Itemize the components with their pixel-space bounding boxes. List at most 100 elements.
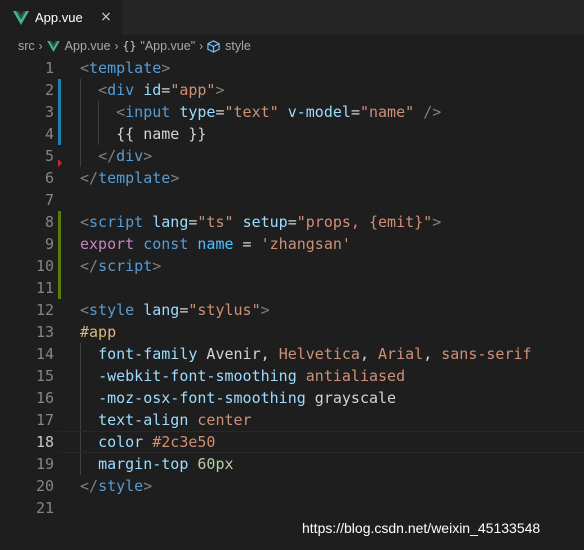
code-token: name: [197, 235, 234, 253]
code-line[interactable]: 20 </style>: [0, 475, 584, 497]
code-token: -webkit-font-smoothing: [98, 367, 297, 385]
code-token: "text": [224, 103, 279, 121]
code-token: id: [143, 81, 162, 99]
braces-icon: {}: [122, 39, 137, 53]
line-number: 6: [44, 169, 54, 187]
code-token: margin-top: [98, 455, 189, 473]
code-token: #app: [80, 323, 117, 341]
code-line[interactable]: 19 margin-top 60px: [0, 453, 584, 475]
code-token: </: [80, 477, 99, 495]
line-number: 12: [35, 301, 54, 319]
code-token: type: [179, 103, 216, 121]
code-line[interactable]: 15 -webkit-font-smoothing antialiased: [0, 365, 584, 387]
breadcrumb-item-style[interactable]: style: [207, 39, 251, 53]
code-line[interactable]: 8 <script lang="ts" setup="props, {emit}"…: [0, 211, 584, 233]
code-token: div: [107, 81, 135, 99]
code-token: grayscale: [305, 389, 397, 407]
code-token: 60px: [197, 455, 234, 473]
code-token: {{ name }}: [116, 125, 207, 143]
code-line[interactable]: 1 <template>: [0, 57, 584, 79]
line-number: 1: [44, 59, 54, 77]
code-token: </: [80, 169, 99, 187]
code-line[interactable]: 5 </div>: [0, 145, 584, 167]
vue-icon: [46, 40, 60, 52]
code-token: <: [80, 59, 90, 77]
code-token: lang: [143, 301, 180, 319]
code-token: ,: [423, 345, 442, 363]
code-line[interactable]: 13 #app: [0, 321, 584, 343]
code-token: <: [80, 213, 90, 231]
code-text: </template>: [80, 167, 179, 189]
breadcrumb: src › App.vue › {} "App.vue" › style: [0, 35, 584, 57]
code-text: margin-top 60px: [80, 453, 234, 475]
tab-app-vue[interactable]: App.vue ×: [0, 0, 122, 35]
code-token: "ts": [197, 213, 234, 231]
line-number: 2: [44, 81, 54, 99]
line-number: 15: [35, 367, 54, 385]
code-text: <style lang="stylus">: [80, 299, 270, 321]
code-line[interactable]: 3 <input type="text" v-model="name" />: [0, 101, 584, 123]
code-token: input: [125, 103, 171, 121]
code-line[interactable]: 4 {{ name }}: [0, 123, 584, 145]
code-line[interactable]: 14 font-family Avenir, Helvetica, Arial,…: [0, 343, 584, 365]
code-token: center: [197, 411, 252, 429]
code-editor[interactable]: 1 <template> 2 <div id="app"> 3 <input type…: [0, 57, 584, 550]
code-line[interactable]: 21: [0, 497, 584, 519]
chevron-right-icon: ›: [38, 39, 43, 53]
code-token: v-model: [287, 103, 351, 121]
code-token: antialiased: [305, 367, 406, 385]
code-line[interactable]: 9 export const name = 'zhangsan': [0, 233, 584, 255]
breadcrumb-item-object[interactable]: {} "App.vue": [123, 39, 196, 53]
code-token: export: [80, 235, 135, 253]
code-token: Avenir,: [197, 345, 279, 363]
line-number: 11: [35, 279, 54, 297]
code-token: lang: [152, 213, 189, 231]
code-line[interactable]: 16 -moz-osx-font-smoothing grayscale: [0, 387, 584, 409]
code-line[interactable]: 18 color #2c3e50: [0, 431, 584, 453]
code-text: #app: [80, 321, 116, 343]
code-line[interactable]: 17 text-align center: [0, 409, 584, 431]
line-number: 21: [35, 499, 54, 517]
code-token: ,: [359, 345, 379, 363]
code-token: Helvetica: [278, 345, 360, 363]
line-number: 19: [35, 455, 54, 473]
close-icon[interactable]: ×: [98, 8, 114, 26]
code-token: const: [143, 235, 189, 253]
code-line[interactable]: 7: [0, 189, 584, 211]
code-token: text-align: [98, 411, 189, 429]
breadcrumb-item-src[interactable]: src: [18, 39, 35, 53]
code-token: </: [98, 147, 117, 165]
line-number: 9: [44, 235, 54, 253]
code-line[interactable]: 12 <style lang="stylus">: [0, 299, 584, 321]
code-line[interactable]: 10 </script>: [0, 255, 584, 277]
code-token: style: [98, 477, 144, 495]
code-line[interactable]: 6 </template>: [0, 167, 584, 189]
code-text: export const name = 'zhangsan': [80, 233, 351, 255]
breadcrumb-file-label: App.vue: [64, 39, 111, 53]
code-token: =: [215, 103, 225, 121]
code-token: <: [116, 103, 126, 121]
code-token: =: [161, 81, 171, 99]
code-line[interactable]: 2 <div id="app">: [0, 79, 584, 101]
code-text: <script lang="ts" setup="props, {emit}">: [80, 211, 441, 233]
code-token: </: [80, 257, 99, 275]
code-token: -moz-osx-font-smoothing: [98, 389, 306, 407]
breadcrumb-item-file[interactable]: App.vue: [46, 39, 111, 53]
editor-tab-bar: App.vue ×: [0, 0, 584, 35]
code-token: >: [432, 213, 442, 231]
breadcrumb-style-label: style: [225, 39, 251, 53]
line-number: 8: [44, 213, 54, 231]
code-line[interactable]: 11: [0, 277, 584, 299]
code-token: >: [152, 257, 162, 275]
code-token: "stylus": [188, 301, 261, 319]
